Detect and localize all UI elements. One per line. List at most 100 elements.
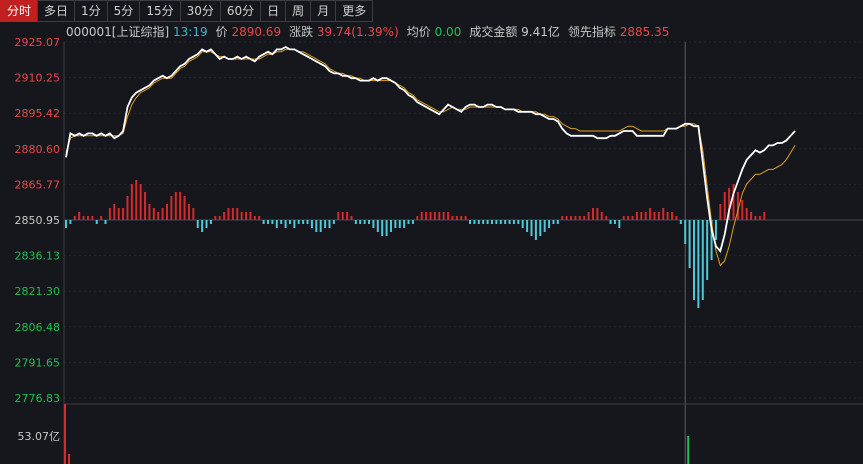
down-bar: [359, 220, 362, 224]
intraday-chart[interactable]: 2925.07 2910.25 2895.42 2880.60 2865.77 2850.…: [0, 0, 863, 464]
down-bar: [284, 220, 287, 228]
up-bar: [565, 216, 568, 220]
down-bar: [512, 220, 515, 224]
up-bar: [438, 212, 441, 220]
up-bar: [640, 212, 643, 220]
down-bar: [684, 220, 687, 244]
down-bar: [473, 220, 476, 224]
y-tick-label: 2865.77: [15, 178, 61, 191]
up-bar: [644, 212, 647, 220]
up-bar: [253, 216, 256, 220]
up-bar: [126, 196, 129, 220]
volume-bar: [64, 404, 66, 464]
down-bar: [95, 220, 98, 224]
down-bar: [385, 220, 388, 236]
down-bar: [618, 220, 621, 228]
up-bar: [600, 212, 603, 220]
up-bar: [227, 208, 230, 220]
down-bar: [679, 220, 682, 224]
up-bar: [460, 216, 463, 220]
up-bar: [464, 216, 467, 220]
up-bar: [741, 200, 744, 220]
down-bar: [310, 220, 313, 228]
y-tick-label: 2776.83: [15, 392, 61, 405]
up-bar: [179, 192, 182, 220]
down-bar: [205, 220, 208, 228]
down-bar: [688, 220, 691, 268]
up-bar: [231, 208, 234, 220]
down-bar: [697, 220, 700, 308]
down-bar: [482, 220, 485, 224]
down-bar: [104, 220, 107, 224]
down-bar: [526, 220, 529, 232]
up-bar: [420, 212, 423, 220]
down-bar: [376, 220, 379, 232]
up-bar: [350, 216, 353, 220]
down-bar: [499, 220, 502, 224]
up-bar: [223, 212, 226, 220]
up-bar: [113, 204, 116, 220]
down-bar: [394, 220, 397, 228]
up-bar: [657, 212, 660, 220]
down-bar: [613, 220, 616, 224]
down-bar: [280, 220, 283, 224]
up-bar: [245, 212, 248, 220]
up-bar: [433, 212, 436, 220]
up-bar: [429, 212, 432, 220]
down-bar: [319, 220, 322, 232]
volume-bars: [65, 180, 766, 308]
down-bar: [543, 220, 546, 232]
down-bar: [306, 220, 309, 224]
down-bar: [530, 220, 533, 236]
up-bar: [258, 216, 261, 220]
up-bar: [240, 212, 243, 220]
up-bar: [666, 212, 669, 220]
volume-max-label: 53.07亿: [18, 430, 61, 443]
down-bar: [517, 220, 520, 224]
down-bar: [403, 220, 406, 228]
up-bar: [662, 208, 665, 220]
up-bar: [745, 208, 748, 220]
volume-bar: [687, 436, 690, 464]
down-bar: [275, 220, 278, 228]
up-bar: [170, 196, 173, 220]
up-bar: [723, 192, 726, 220]
up-bar: [455, 216, 458, 220]
up-bar: [218, 216, 221, 220]
down-bar: [363, 220, 366, 224]
down-bar: [262, 220, 265, 224]
y-tick-label: 2880.60: [15, 143, 61, 156]
up-bar: [82, 216, 85, 220]
up-bar: [719, 204, 722, 220]
down-bar: [315, 220, 318, 232]
down-bar: [354, 220, 357, 224]
down-bar: [201, 220, 204, 232]
up-bar: [574, 216, 577, 220]
down-bar: [267, 220, 270, 224]
down-bar: [288, 220, 291, 224]
y-tick-label: 2806.48: [15, 321, 61, 334]
up-bar: [631, 216, 634, 220]
up-bar: [108, 208, 111, 220]
down-bar: [490, 220, 493, 224]
up-bar: [587, 212, 590, 220]
down-bar: [297, 220, 300, 224]
up-bar: [249, 212, 252, 220]
up-bar: [91, 216, 94, 220]
up-bar: [214, 216, 217, 220]
down-bar: [548, 220, 551, 228]
up-bar: [425, 212, 428, 220]
down-bar: [293, 220, 296, 228]
volume-panel: 53.07亿: [18, 404, 690, 464]
up-bar: [754, 216, 757, 220]
up-bar: [671, 212, 674, 220]
up-bar: [578, 216, 581, 220]
down-bar: [534, 220, 537, 240]
up-bar: [337, 212, 340, 220]
volume-bar: [68, 454, 70, 464]
down-bar: [368, 220, 371, 224]
up-bar: [192, 208, 195, 220]
up-bar: [341, 212, 344, 220]
y-tick-label: 2910.25: [15, 72, 61, 85]
up-bar: [750, 212, 753, 220]
